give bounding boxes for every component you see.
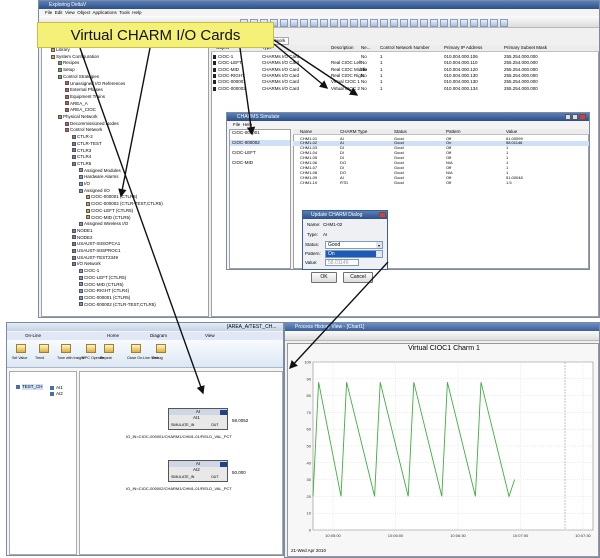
arrow-to-list-2 — [273, 43, 329, 89]
arrow-to-trend — [289, 261, 389, 370]
arrow-to-block — [79, 47, 205, 395]
arrow-to-list — [273, 39, 359, 96]
arrow-to-simulate — [239, 47, 256, 136]
callout-banner: Virtual CHARM I/O Cards — [37, 22, 274, 48]
annotation-arrows — [79, 39, 389, 395]
